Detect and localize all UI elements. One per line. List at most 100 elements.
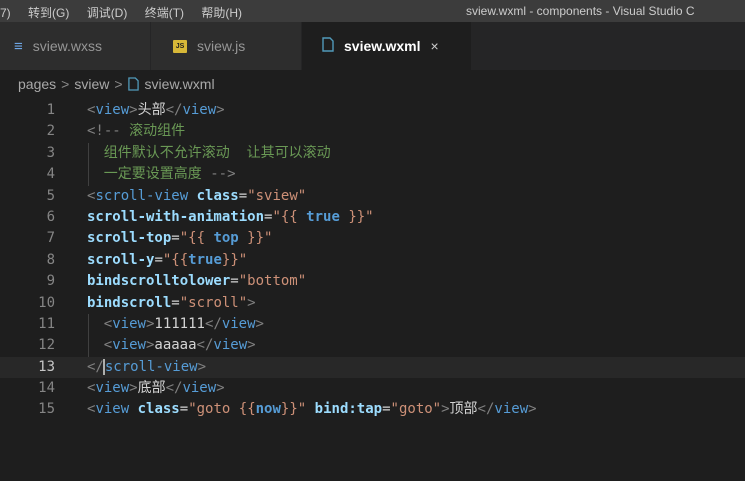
code-token: 一定要设置高度 (103, 166, 211, 183)
code-text: <view>底部</view> (87, 378, 225, 399)
code-line[interactable]: 10 bindscroll="scroll"> (0, 293, 745, 314)
code-token: scroll-y (87, 251, 155, 268)
menu-item-debug[interactable]: 调试(D) (87, 6, 128, 20)
code-line[interactable]: 14 <view>底部</view> (0, 378, 745, 399)
file-icon (127, 77, 139, 91)
code-token: view (95, 380, 130, 397)
menu-item-goto[interactable]: 转到(G) (28, 6, 69, 20)
code-line[interactable]: 6 scroll-with-animation="{{ true }}" (0, 207, 745, 228)
code-text: <view>aaaaa</view> (87, 335, 256, 356)
file-icon (322, 37, 334, 55)
line-number: 9 (46, 273, 55, 290)
code-token: </ (165, 102, 183, 118)
tab-sview-js[interactable]: JS sview.js (151, 22, 302, 70)
code-token: view (95, 401, 130, 418)
code-token: 顶部 (449, 401, 478, 418)
menu-item-help[interactable]: 帮助(H) (201, 6, 242, 20)
tab-sview-wxml[interactable]: sview.wxml × (302, 22, 472, 70)
code-token: view (221, 315, 256, 332)
close-tab-icon[interactable]: × (431, 38, 439, 54)
code-line[interactable]: 9 bindscrolltolower="bottom" (0, 271, 745, 292)
breadcrumb-item-file[interactable]: sview.wxml (145, 76, 215, 92)
code-token: view (182, 102, 217, 118)
code-token: </ (87, 358, 104, 375)
code-token: 滚动组件 (120, 123, 186, 140)
code-text: scroll-with-animation="{{ true }}" (87, 207, 374, 228)
code-token: > (528, 401, 537, 418)
code-token: "{{ (179, 230, 214, 247)
code-editor[interactable]: 1 <view>头部</view> 2 <!-- 滚动组件 3 组件默认不允许滚动 让其可… (0, 100, 745, 421)
code-token: = (382, 401, 391, 418)
code-token: = (179, 401, 189, 418)
code-token: scroll-top (87, 230, 172, 247)
code-token: class (137, 401, 180, 418)
css-file-icon: ≡ (14, 37, 23, 55)
line-number: 14 (38, 380, 55, 397)
code-line[interactable]: 13 </scroll-view> (0, 356, 745, 379)
code-token: = (154, 251, 163, 268)
code-line[interactable]: 15 <view class="goto {{now}}" bind:tap="g… (0, 399, 745, 420)
tab-label: sview.js (197, 38, 246, 54)
code-line[interactable]: 2 <!-- 滚动组件 (0, 121, 745, 142)
code-text: scroll-top="{{ top }}" (87, 228, 272, 249)
menu-item-truncated[interactable]: 7) (0, 6, 11, 20)
code-token: bind:tap (314, 401, 383, 418)
code-line[interactable]: 1 <view>头部</view> (0, 100, 745, 121)
breadcrumb-item-sview[interactable]: sview (74, 76, 109, 92)
code-line[interactable]: 7 scroll-top="{{ top }}" (0, 228, 745, 249)
code-token: > (441, 401, 450, 418)
code-line[interactable]: 3 组件默认不允许滚动 让其可以滚动 (0, 142, 745, 165)
code-token: view (95, 102, 130, 118)
line-number: 4 (46, 166, 55, 183)
code-token: scroll-view (95, 187, 189, 204)
code-text: scroll-y="{{true}}" (87, 250, 247, 271)
code-token: > (255, 315, 264, 332)
code-token: bindscrolltolower (87, 273, 231, 290)
code-text: <view class="goto {{now}}" bind:tap="got… (87, 399, 537, 420)
code-token: </ (204, 315, 222, 332)
editor-tab-bar: ≡ sview.wxss JS sview.js sview.wxml × (0, 22, 745, 70)
line-number: 6 (46, 208, 55, 225)
code-token: true (306, 208, 340, 225)
line-number: 10 (38, 294, 55, 311)
code-token: view (213, 337, 248, 354)
code-token: = (171, 230, 180, 247)
menu-item-terminal[interactable]: 终端(T) (145, 6, 184, 20)
code-line[interactable]: 12 <view>aaaaa</view> (0, 335, 745, 357)
code-token: 头部 (137, 102, 166, 118)
line-number: 5 (46, 187, 55, 204)
code-token: </ (477, 401, 495, 418)
code-line[interactable]: 11 <view>111111</view> (0, 313, 745, 336)
code-token: > (129, 102, 138, 118)
code-text: bindscroll="scroll"> (87, 293, 256, 314)
code-token: <!-- (87, 123, 121, 140)
code-text: bindscrolltolower="bottom" (87, 271, 306, 292)
code-text: <view>111111</view> (87, 314, 264, 335)
code-token: top (213, 230, 239, 247)
code-token: "scroll" (179, 294, 248, 311)
code-token: bindscroll (87, 294, 172, 311)
code-token: "goto {{ (188, 401, 256, 418)
code-token: now (255, 401, 281, 418)
code-text: <view>头部</view> (87, 100, 225, 121)
code-line[interactable]: 5 <scroll-view class="sview" (0, 186, 745, 207)
code-token: 111111 (154, 315, 205, 332)
code-token: scroll-with-animation (87, 208, 265, 225)
code-line[interactable]: 8 scroll-y="{{true}}" (0, 250, 745, 271)
tab-sview-wxss[interactable]: ≡ sview.wxss (0, 22, 151, 70)
code-token: view (182, 380, 217, 397)
breadcrumb-item-pages[interactable]: pages (18, 76, 56, 92)
code-token: }}" (221, 251, 248, 268)
chevron-right-icon: > (114, 76, 123, 92)
code-token: > (216, 380, 225, 397)
menu-bar: 7) 转到(G) 调试(D) 终端(T) 帮助(H) (0, 4, 256, 21)
code-token: 底部 (137, 380, 166, 397)
code-token: scroll-view (104, 358, 198, 375)
code-token: = (171, 294, 180, 311)
code-line[interactable]: 4 一定要设置高度 --> (0, 164, 745, 186)
code-token: view (112, 315, 146, 332)
code-token: view (494, 401, 529, 418)
